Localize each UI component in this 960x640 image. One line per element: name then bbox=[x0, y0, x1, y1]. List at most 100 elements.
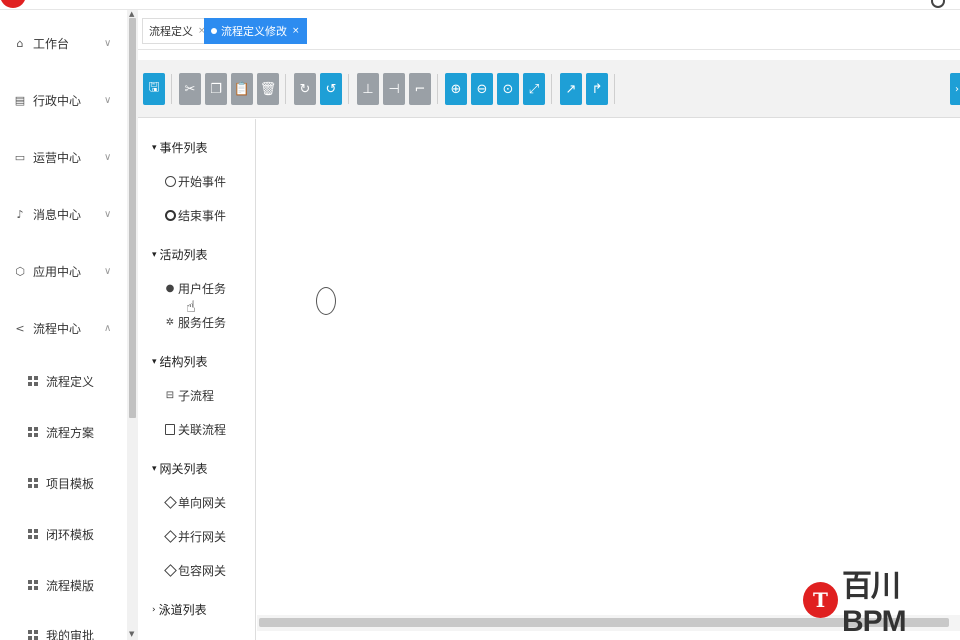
top-bar bbox=[0, 0, 960, 10]
zoom-reset-button[interactable]: ⊙ bbox=[497, 73, 519, 105]
sidebar-item-workbench[interactable]: ⌂ 工作台 ∨ bbox=[0, 23, 127, 63]
sidebar-subitem-process-scheme[interactable]: 流程方案 bbox=[0, 415, 127, 449]
chevron-down-icon: ∨ bbox=[104, 94, 112, 106]
grid-icon bbox=[28, 376, 38, 386]
sidebar-subitem-label: 流程模版 bbox=[46, 578, 95, 593]
fit-screen-button[interactable]: ⤢ bbox=[523, 73, 545, 105]
sidebar-subitem-label: 项目模板 bbox=[46, 476, 95, 491]
palette-section-title: 事件列表 bbox=[159, 141, 208, 155]
brand-logo-icon: T bbox=[803, 582, 838, 618]
grid-icon bbox=[28, 529, 38, 539]
grid-icon bbox=[28, 478, 38, 488]
palette-item-exclusive-gateway[interactable]: 单向网关 bbox=[163, 494, 226, 511]
user-icon: ● bbox=[165, 283, 175, 294]
expand-panel-button[interactable]: › bbox=[950, 73, 960, 105]
sidebar-item-label: 消息中心 bbox=[33, 207, 82, 222]
tab-process-definition-edit[interactable]: 流程定义修改 × bbox=[204, 18, 307, 44]
palette-item-service-task[interactable]: ✲ 服务任务 bbox=[164, 314, 226, 331]
paste-icon: 📋 bbox=[233, 81, 251, 97]
palette-item-parallel-gateway[interactable]: 并行网关 bbox=[163, 528, 226, 545]
chevron-down-icon: ∨ bbox=[104, 265, 112, 277]
palette-section-title: 泳道列表 bbox=[158, 603, 207, 617]
caret-down-icon: ▾ bbox=[152, 249, 157, 260]
sidebar-subitem-process-definition[interactable]: 流程定义 bbox=[0, 364, 127, 398]
palette-section-title: 网关列表 bbox=[159, 462, 208, 476]
sidebar-item-label: 行政中心 bbox=[33, 93, 82, 108]
sidebar-item-app-center[interactable]: ⬡ 应用中心 ∨ bbox=[0, 251, 127, 291]
call-activity-icon bbox=[164, 424, 176, 436]
palette-section-events[interactable]: ▾ 事件列表 bbox=[152, 139, 208, 156]
sidebar-subitem-label: 闭环模板 bbox=[46, 527, 95, 542]
palette-item-label: 子流程 bbox=[178, 389, 215, 403]
chevron-up-icon: ∧ bbox=[104, 322, 112, 334]
flow-branch-icon: ↱ bbox=[591, 81, 603, 97]
caret-down-icon: ▾ bbox=[152, 142, 157, 153]
flow-line-icon: ↗ bbox=[565, 81, 577, 97]
sidebar-item-label: 应用中心 bbox=[33, 264, 82, 279]
zoom-out-button[interactable]: ⊖ bbox=[471, 73, 493, 105]
sidebar-item-admin-center[interactable]: ▤ 行政中心 ∨ bbox=[0, 80, 127, 120]
redo-button[interactable]: ↻ bbox=[294, 73, 316, 105]
gear-icon: ✲ bbox=[165, 317, 175, 328]
save-button[interactable]: 🖫 bbox=[143, 73, 165, 105]
building-icon: ▤ bbox=[14, 93, 26, 107]
palette-section-swimlanes[interactable]: › 泳道列表 bbox=[152, 601, 207, 618]
element-palette: ▾ 事件列表 开始事件 结束事件 ▾ 活动列表 ● 用户任务 ✲ 服务任务 ▾ … bbox=[138, 119, 256, 640]
grid-icon bbox=[28, 630, 38, 640]
sidebar-subitem-process-template[interactable]: 流程模版 bbox=[0, 568, 127, 602]
paste-button[interactable]: 📋 bbox=[231, 73, 253, 105]
palette-item-start-event[interactable]: 开始事件 bbox=[164, 173, 226, 190]
sidebar-item-process-center[interactable]: < 流程中心 ∧ bbox=[0, 308, 127, 348]
palette-item-call-activity[interactable]: 关联流程 bbox=[164, 421, 226, 438]
home-icon: ⌂ bbox=[16, 36, 24, 50]
palette-item-inclusive-gateway[interactable]: 包容网关 bbox=[163, 562, 226, 579]
bell-icon: ♪ bbox=[16, 207, 24, 221]
connector-button[interactable]: ⌐ bbox=[409, 73, 431, 105]
palette-section-gateways[interactable]: ▾ 网关列表 bbox=[152, 460, 208, 477]
close-icon[interactable]: × bbox=[292, 26, 300, 36]
sidebar-scrollbar[interactable]: ▲ ▼ bbox=[127, 10, 138, 640]
active-dot-icon bbox=[211, 28, 217, 34]
palette-section-structures[interactable]: ▾ 结构列表 bbox=[152, 353, 208, 370]
align-horizontal-button[interactable]: ⊣ bbox=[383, 73, 405, 105]
toolbar-divider bbox=[437, 74, 438, 104]
sidebar-subitem-project-template[interactable]: 项目模板 bbox=[0, 466, 127, 500]
tab-label: 流程定义修改 bbox=[221, 25, 287, 38]
flow-branch-button[interactable]: ↱ bbox=[586, 73, 608, 105]
sidebar-item-operations-center[interactable]: ▭ 运营中心 ∨ bbox=[0, 137, 127, 177]
sidebar-item-label: 运营中心 bbox=[33, 150, 82, 165]
palette-item-label: 关联流程 bbox=[178, 423, 227, 437]
palette-item-user-task[interactable]: ● 用户任务 bbox=[164, 280, 226, 297]
sidebar-item-message-center[interactable]: ♪ 消息中心 ∨ bbox=[0, 194, 127, 234]
inclusive-gateway-icon bbox=[163, 564, 177, 577]
flow-line-button[interactable]: ↗ bbox=[560, 73, 582, 105]
align-vertical-button[interactable]: ⊥ bbox=[357, 73, 379, 105]
palette-section-activities[interactable]: ▾ 活动列表 bbox=[152, 246, 208, 263]
cut-button[interactable]: ✂ bbox=[179, 73, 201, 105]
caret-down-icon: ▾ bbox=[152, 356, 157, 367]
user-status-icon[interactable] bbox=[931, 0, 945, 8]
undo-button[interactable]: ↺ bbox=[320, 73, 342, 105]
chevron-right-icon: › bbox=[955, 83, 959, 95]
delete-button[interactable]: 🗑 bbox=[257, 73, 279, 105]
sidebar-subitem-closed-loop-template[interactable]: 闭环模板 bbox=[0, 517, 127, 551]
app-logo-icon bbox=[0, 0, 26, 8]
parallel-gateway-icon bbox=[163, 530, 177, 543]
zoom-in-button[interactable]: ⊕ bbox=[445, 73, 467, 105]
undo-icon: ↺ bbox=[325, 81, 337, 97]
palette-item-end-event[interactable]: 结束事件 bbox=[164, 207, 226, 224]
palette-item-subprocess[interactable]: ⊟ 子流程 bbox=[164, 387, 214, 404]
scroll-up-icon[interactable]: ▲ bbox=[129, 10, 134, 18]
toolbar-divider bbox=[348, 74, 349, 104]
redo-icon: ↻ bbox=[299, 81, 311, 97]
sidebar-scroll-thumb[interactable] bbox=[129, 18, 136, 418]
tab-process-definition[interactable]: 流程定义 × bbox=[142, 18, 213, 44]
connector-icon: ⌐ bbox=[414, 81, 426, 97]
start-event-node[interactable] bbox=[316, 287, 336, 315]
palette-item-label: 服务任务 bbox=[178, 316, 227, 330]
copy-icon: ❐ bbox=[210, 81, 222, 97]
sidebar-subitem-my-approvals[interactable]: 我的审批 bbox=[0, 618, 127, 640]
copy-button[interactable]: ❐ bbox=[205, 73, 227, 105]
scroll-down-icon[interactable]: ▼ bbox=[129, 630, 134, 638]
toolbar-divider bbox=[285, 74, 286, 104]
